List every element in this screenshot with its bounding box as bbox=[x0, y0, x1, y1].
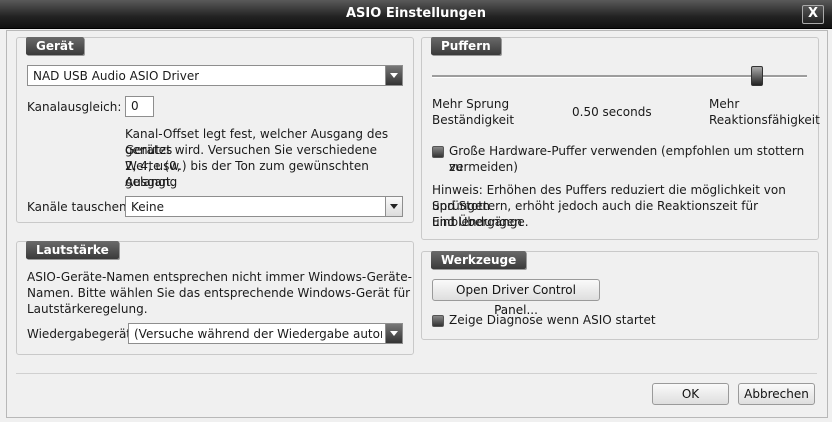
chevron-down-icon[interactable] bbox=[385, 66, 402, 85]
diagnose-label: Zeige Diagnose wenn ASIO startet bbox=[449, 313, 656, 327]
slider-left-label-line-2: Beständigkeit bbox=[432, 113, 515, 127]
title-bar[interactable]: ASIO Einstellungen X bbox=[0, 0, 832, 29]
puffern-group: Puffern Mehr Sprung Beständigkeit 0.50 s… bbox=[421, 37, 820, 240]
buffer-slider-thumb[interactable] bbox=[751, 66, 764, 86]
kanaele-tauschen-value: Keine bbox=[131, 200, 164, 214]
wiedergabegeraet-label: Wiedergabegerät: bbox=[27, 327, 136, 341]
kanalausgleich-input[interactable]: 0 bbox=[125, 96, 154, 117]
dialog-body: Gerät NAD USB Audio ASIO Driver Kanalaus… bbox=[6, 30, 828, 418]
chevron-down-icon[interactable] bbox=[385, 324, 402, 343]
asio-settings-window: ASIO Einstellungen X Gerät NAD USB Audio… bbox=[0, 0, 832, 422]
cancel-button[interactable]: Abbrechen bbox=[738, 383, 815, 405]
lautstaerke-group: Lautstärke ASIO-Geräte-Namen entsprechen… bbox=[16, 241, 414, 355]
diagnose-checkbox[interactable] bbox=[432, 315, 444, 327]
werkzeuge-group: Werkzeuge Open Driver Control Panel... Z… bbox=[421, 251, 819, 340]
close-button[interactable]: X bbox=[802, 5, 824, 24]
large-buffer-checkbox[interactable] bbox=[432, 146, 444, 158]
kanaele-tauschen-label: Kanäle tauschen: bbox=[27, 200, 131, 214]
driver-select-value: NAD USB Audio ASIO Driver bbox=[33, 69, 200, 83]
wiedergabegeraet-select[interactable]: (Versuche während der Wiedergabe automat… bbox=[128, 323, 403, 344]
geraet-group: Gerät NAD USB Audio ASIO Driver Kanalaus… bbox=[16, 37, 414, 223]
wiedergabegeraet-value: (Versuche während der Wiedergabe automat… bbox=[134, 327, 382, 341]
lautstaerke-text-line-3: Lautstärkeregelung. bbox=[27, 302, 148, 316]
large-buffer-label-line-2: vermeiden) bbox=[449, 160, 518, 174]
buffer-value: 0.50 seconds bbox=[572, 105, 652, 119]
slider-right-label-line-2: Reaktionsfähigkeit bbox=[709, 113, 820, 127]
slider-right-label-line-1: Mehr bbox=[709, 97, 740, 111]
kanaele-tauschen-select[interactable]: Keine bbox=[125, 196, 403, 217]
lautstaerke-text-line-1: ASIO-Geräte-Namen entsprechen nicht imme… bbox=[27, 270, 412, 284]
werkzeuge-group-title: Werkzeuge bbox=[431, 251, 527, 269]
lautstaerke-text-line-2: Namen. Bitte wählen Sie das entsprechend… bbox=[27, 286, 411, 300]
chevron-down-icon[interactable] bbox=[385, 197, 402, 216]
kanalausgleich-label: Kanalausgleich: bbox=[27, 100, 122, 114]
open-driver-control-panel-button[interactable]: Open Driver Control Panel... bbox=[432, 279, 600, 317]
slider-left-label-line-1: Mehr Sprung bbox=[432, 97, 510, 111]
footer-divider bbox=[16, 373, 817, 374]
buffer-hint-line-3: und Übergänge. bbox=[432, 215, 529, 229]
ok-button[interactable]: OK bbox=[652, 383, 729, 405]
puffern-group-title: Puffern bbox=[431, 37, 501, 55]
geraet-group-title: Gerät bbox=[26, 37, 84, 55]
window-title: ASIO Einstellungen bbox=[346, 6, 486, 21]
lautstaerke-group-title: Lautstärke bbox=[26, 241, 119, 259]
kanal-help-line-4: gelangt. bbox=[125, 175, 175, 189]
driver-select[interactable]: NAD USB Audio ASIO Driver bbox=[27, 65, 403, 86]
